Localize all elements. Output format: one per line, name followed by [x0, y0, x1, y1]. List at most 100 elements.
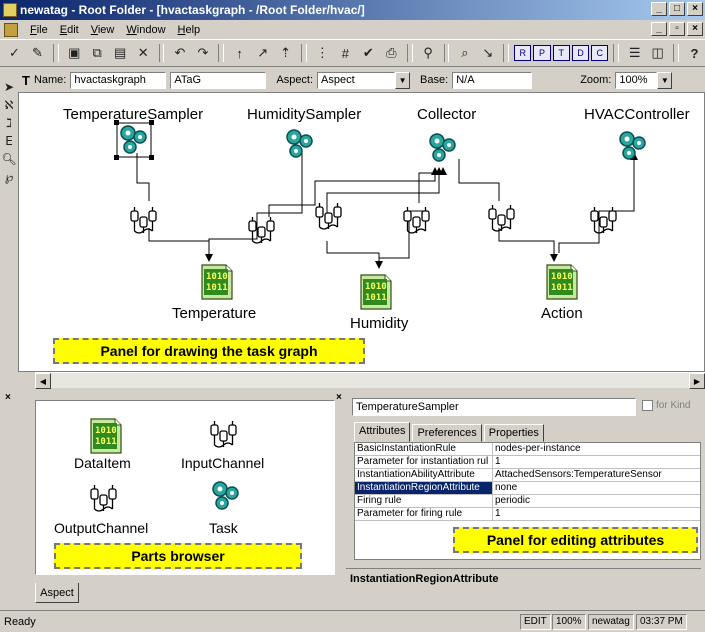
copy-icon[interactable]: ⧉ [87, 42, 108, 64]
output-channel[interactable] [488, 204, 515, 232]
child-restore-button[interactable]: ▫ [669, 22, 685, 36]
add-connection-icon[interactable]: ℵ [5, 98, 14, 112]
outputchannel-part[interactable] [90, 484, 117, 512]
close-icon[interactable]: × [5, 392, 11, 403]
attribute-row[interactable]: BasicInstantiationRule nodes-per-instanc… [355, 443, 700, 456]
task-part[interactable] [212, 481, 239, 510]
frame-d-icon[interactable]: D [571, 45, 590, 61]
base-field: N/A [452, 71, 533, 89]
chevron-down-icon[interactable]: ▼ [395, 71, 411, 89]
attribute-row[interactable]: Firing rule periodic [355, 495, 700, 508]
attribute-row[interactable]: InstantiationAbilityAttribute AttachedSe… [355, 469, 700, 482]
grid-icon[interactable]: ⋮ [312, 42, 333, 64]
menu-window[interactable]: Window [120, 24, 171, 36]
frame-t-icon[interactable]: T [552, 45, 570, 61]
status-bar: Ready EDIT 100% newatag 03:37 PM [0, 610, 705, 632]
document-icon[interactable] [4, 22, 18, 37]
name-field[interactable]: hvactaskgraph [70, 71, 167, 89]
paste-icon[interactable]: ▤ [110, 42, 131, 64]
zoom-icon[interactable]: ⌕ [454, 42, 475, 64]
output-channel[interactable] [130, 206, 157, 234]
arrow-tool-icon[interactable]: ➤ [4, 80, 14, 94]
dataitem-part[interactable]: 1010 1011 [90, 418, 122, 454]
aspect-select[interactable]: Aspect ▼ [317, 71, 411, 89]
attribute-row-selected[interactable]: InstantiationRegionAttribute none [355, 482, 700, 495]
hash-icon[interactable]: # [335, 42, 356, 64]
attribute-row[interactable]: Parameter for instantiation rul 1 [355, 456, 700, 469]
object-name-field[interactable]: TemperatureSampler [352, 398, 636, 416]
layout-rows-icon[interactable]: ☰ [624, 42, 645, 64]
zoom-select[interactable]: 100% ▼ [615, 71, 673, 89]
connect-icon[interactable]: ↗ [252, 42, 273, 64]
inputchannel-part[interactable] [210, 420, 237, 448]
task-humiditysampler[interactable] [286, 129, 313, 158]
attribute-row[interactable]: Parameter for firing rule 1 [355, 508, 700, 521]
attribute-value[interactable]: periodic [493, 495, 700, 507]
toolbar-separator [52, 44, 59, 62]
frame-c-icon[interactable]: C [591, 45, 609, 61]
task-graph-canvas[interactable]: 1010 1011 1010 1011 1010 1011 TemperatureSa… [18, 92, 705, 372]
redo-icon[interactable]: ↷ [192, 42, 213, 64]
frame-p-icon[interactable]: P [533, 45, 551, 61]
input-channel[interactable] [248, 216, 275, 244]
menu-edit[interactable]: Edit [54, 24, 85, 36]
attribute-value[interactable]: none [493, 482, 700, 494]
close-button[interactable]: × [687, 2, 703, 16]
attributes-callout: Panel for editing attributes [453, 527, 698, 553]
scroll-right-icon[interactable]: ▶ [689, 373, 705, 389]
task-temperaturesampler[interactable] [114, 120, 154, 160]
attribute-value[interactable]: 1 [493, 456, 700, 468]
output-channel[interactable] [315, 202, 342, 230]
undo-icon[interactable]: ↶ [169, 42, 190, 64]
tab-attributes[interactable]: Attributes [354, 422, 411, 442]
part-label: InputChannel [181, 455, 265, 471]
horizontal-scrollbar[interactable]: ◀ ▶ [35, 372, 705, 389]
up-icon[interactable]: ↑ [229, 42, 250, 64]
tab-properties[interactable]: Properties [483, 424, 544, 442]
visualize-icon[interactable]: ℘ [5, 170, 13, 184]
layout-cols-icon[interactable]: ◫ [647, 42, 668, 64]
help-icon[interactable]: ? [684, 42, 705, 64]
close-icon[interactable]: × [336, 392, 342, 403]
task-label: Collector [417, 106, 477, 123]
maximize-button[interactable]: □ [669, 2, 685, 16]
menu-view[interactable]: View [85, 24, 121, 36]
menu-help[interactable]: Help [172, 24, 207, 36]
minimize-button[interactable]: _ [651, 2, 667, 16]
attribute-value[interactable]: AttachedSensors:TemperatureSensor [493, 469, 700, 481]
menu-file[interactable]: File [24, 24, 54, 36]
aspect-tab[interactable]: Aspect [35, 583, 79, 603]
data-action[interactable] [546, 264, 578, 300]
scroll-left-icon[interactable]: ◀ [35, 373, 51, 389]
pen-icon[interactable]: ✎ [27, 42, 48, 64]
data-temperature[interactable] [201, 264, 233, 300]
child-minimize-button[interactable]: _ [651, 22, 667, 36]
pointer-icon[interactable]: ↘ [477, 42, 498, 64]
task-collector[interactable] [429, 133, 456, 162]
task-hvaccontroller[interactable] [619, 131, 646, 160]
canvas-callout: Panel for drawing the task graph [53, 338, 365, 364]
task-label: TemperatureSampler [63, 106, 204, 123]
print-icon[interactable]: ⎙ [381, 42, 402, 64]
set-mode-icon[interactable]: ⴹ [5, 134, 13, 148]
attribute-value[interactable]: 1 [493, 508, 700, 520]
data-humidity[interactable] [360, 274, 392, 310]
delete-icon[interactable]: ✕ [133, 42, 154, 64]
remove-connection-icon[interactable]: ℷ [6, 116, 12, 130]
checkbox-icon[interactable] [642, 400, 653, 411]
check-icon[interactable]: ✓ [4, 42, 25, 64]
check-all-icon[interactable]: ✔ [358, 42, 379, 64]
attribute-key: InstantiationRegionAttribute [355, 482, 493, 494]
attribute-value[interactable]: nodes-per-instance [493, 443, 700, 455]
child-close-button[interactable]: × [687, 22, 703, 36]
zoom-tool-icon[interactable]: 🔍︎ [1, 152, 16, 166]
tab-preferences[interactable]: Preferences [412, 424, 482, 442]
frame-r-icon[interactable]: R [514, 45, 532, 61]
for-kind-checkbox[interactable]: for Kind [642, 400, 690, 411]
connect-up-icon[interactable]: ⇡ [275, 42, 296, 64]
save-icon[interactable]: ▣ [64, 42, 85, 64]
find-icon[interactable]: ⚲ [418, 42, 439, 64]
parts-browser-panel: × 1010 1011 DataItem InputChannel Output… [0, 390, 340, 605]
chevron-down-icon[interactable]: ▼ [657, 71, 673, 89]
svg-text:1011: 1011 [365, 293, 387, 303]
